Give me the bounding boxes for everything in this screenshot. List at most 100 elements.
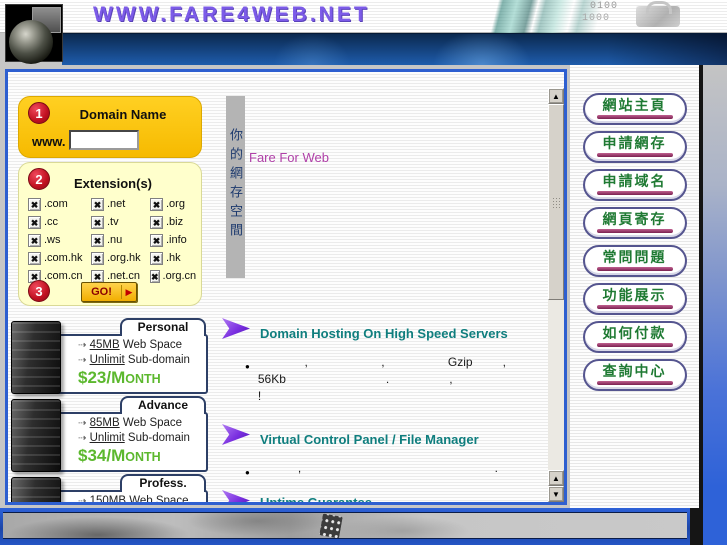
menu-item-label: 查詢中心	[602, 365, 667, 380]
section-arrow-icon	[222, 490, 250, 502]
menu-item-faq[interactable]: 常問問題	[582, 245, 687, 277]
extension-checkbox[interactable]: ✖	[91, 233, 104, 247]
extensions-panel: 2 Extension(s) ✖ .com ✖ .net ✖ .org ✖ .cc ✖.…	[18, 162, 202, 306]
extension-checkbox[interactable]: ✖	[91, 215, 104, 229]
extension-label: .org.cn	[162, 270, 197, 282]
scrollbar-track[interactable]	[548, 300, 564, 470]
plan-tab-professional[interactable]: Profess.	[120, 474, 206, 492]
menu-item-web-hosting[interactable]: 網頁寄存	[582, 207, 687, 239]
earth-globe-image	[5, 4, 63, 64]
extension-checkbox[interactable]: ✖	[150, 269, 160, 283]
extension-option: ✖ .cc	[28, 213, 91, 231]
plan-card-professional: Profess. ⇢ 150MB Web Space	[11, 474, 210, 502]
step-1-badge: 1	[28, 102, 50, 124]
scrollbar-thumb[interactable]	[548, 104, 564, 300]
section-body: ● , .	[245, 460, 545, 481]
section-body: ● , , Gzip , 56Kb . , !	[245, 354, 545, 405]
feature-link[interactable]: Unlimit	[90, 354, 125, 366]
extension-label: .org	[166, 198, 185, 210]
menu-item-inquiry[interactable]: 查詢中心	[582, 359, 687, 391]
extension-label: .com.hk	[44, 252, 83, 264]
menu-item-label: 申請網存	[602, 137, 667, 152]
extension-option: ✖ .org	[150, 195, 196, 213]
extension-option: ✖ .net	[91, 195, 150, 213]
plan-price: $23/MONTH	[78, 368, 161, 388]
extension-checkbox[interactable]: ✖	[150, 233, 163, 247]
menu-item-label: 如何付款	[602, 327, 667, 342]
padlock-graphic	[636, 1, 680, 27]
bullet-icon: ●	[245, 468, 250, 477]
feature-text: Web Space	[126, 495, 189, 502]
extension-label: .hk	[166, 252, 181, 264]
www-label: www.	[32, 134, 66, 149]
extension-checkbox[interactable]: ✖	[150, 251, 163, 265]
menu-item-apply-domain[interactable]: 申請域名	[582, 169, 687, 201]
plan-card-advance: Advance ⇢ 85MB Web Space ⇢ Unlimit Sub-d…	[11, 396, 210, 474]
bottom-banner	[0, 508, 690, 545]
price-unit: /M	[106, 446, 126, 465]
menu-item-label: 網頁寄存	[602, 213, 667, 228]
go-arrow-icon: ▶	[125, 286, 133, 297]
extension-checkbox[interactable]: ✖	[150, 215, 163, 229]
scroll-down-button[interactable]: ▼	[548, 486, 564, 502]
extension-checkbox[interactable]: ✖	[28, 233, 41, 247]
menu-item-apply-hosting[interactable]: 申請網存	[582, 131, 687, 163]
scrollbar[interactable]: ▲ ▲ ▼	[548, 88, 564, 502]
blue-banner-bar	[62, 33, 727, 65]
extension-label: .net	[107, 198, 126, 210]
extension-option: ✖ .biz	[150, 213, 196, 231]
plan-tab-advance[interactable]: Advance	[120, 396, 206, 414]
menu-item-home[interactable]: 網站主頁	[582, 93, 687, 125]
binary-text: 0100	[590, 1, 619, 12]
feature-link[interactable]: 85MB	[90, 417, 120, 429]
step-3-badge: 3	[28, 280, 50, 302]
binary-text: 1000	[582, 13, 611, 24]
feature-link[interactable]: Unlimit	[90, 432, 125, 444]
go-button[interactable]: GO! ▶	[81, 282, 137, 302]
section-arrow-icon	[222, 318, 250, 339]
extension-option: ✖ .nu	[91, 231, 150, 249]
extension-checkbox[interactable]: ✖	[28, 215, 41, 229]
plan-price: $34/MONTH	[78, 446, 161, 466]
extension-label: .info	[166, 234, 187, 246]
go-button-label: GO!	[91, 286, 112, 298]
extension-option: ✖ .ws	[28, 231, 91, 249]
extension-option: ✖ .org.hk	[91, 249, 150, 267]
brand-text: Fare For Web	[249, 150, 329, 165]
extension-label: .cc	[44, 216, 59, 228]
plan-features: ⇢ 85MB Web Space ⇢ Unlimit Sub-domain	[78, 416, 190, 446]
extension-checkbox[interactable]: ✖	[91, 269, 104, 283]
domain-input[interactable]	[69, 130, 139, 150]
plan-tab-personal[interactable]: Personal	[120, 318, 206, 336]
extension-label: .tv	[107, 216, 119, 228]
extensions-grid: ✖ .com ✖ .net ✖ .org ✖ .cc ✖ .tv ✖ .biz ✖ .ws ✖…	[28, 195, 198, 285]
menu-underline-graphic	[596, 381, 673, 385]
menu-item-label: 申請域名	[602, 175, 667, 190]
scroll-up-button[interactable]: ▲	[548, 88, 564, 104]
bullet-icon: ●	[245, 362, 250, 371]
menu-underline-graphic	[596, 153, 673, 157]
server-tower-image	[11, 399, 61, 472]
menu-item-payment[interactable]: 如何付款	[582, 321, 687, 353]
feature-link[interactable]: 45MB	[90, 339, 120, 351]
domain-name-panel: 1 Domain Name www.	[18, 96, 202, 158]
extension-label: .com	[44, 198, 68, 210]
body-line: 56Kb . ,	[257, 372, 453, 386]
extension-checkbox[interactable]: ✖	[91, 251, 104, 265]
menu-underline-graphic	[596, 343, 673, 347]
extension-checkbox[interactable]: ✖	[28, 197, 41, 211]
extension-checkbox[interactable]: ✖	[150, 197, 163, 211]
menu-underline-graphic	[596, 305, 673, 309]
extension-checkbox[interactable]: ✖	[28, 251, 41, 265]
extension-checkbox[interactable]: ✖	[91, 197, 104, 211]
vertical-banner-text: 你的網存空間	[228, 128, 243, 242]
body-line: , .	[257, 461, 498, 475]
body-line: , , Gzip ,	[257, 355, 506, 369]
extension-option: ✖ .org.cn	[150, 267, 196, 285]
section-title: Uptime Guarantee	[260, 495, 372, 502]
menu-item-features[interactable]: 功能展示	[582, 283, 687, 315]
scroll-up-button-bottom[interactable]: ▲	[548, 470, 564, 486]
page: 0100 1000 WWW.FARE4WEB.NET 1 Domain Name…	[0, 0, 727, 545]
feature-text: Sub-domain	[124, 432, 190, 444]
feature-link[interactable]: 150MB	[90, 495, 126, 502]
